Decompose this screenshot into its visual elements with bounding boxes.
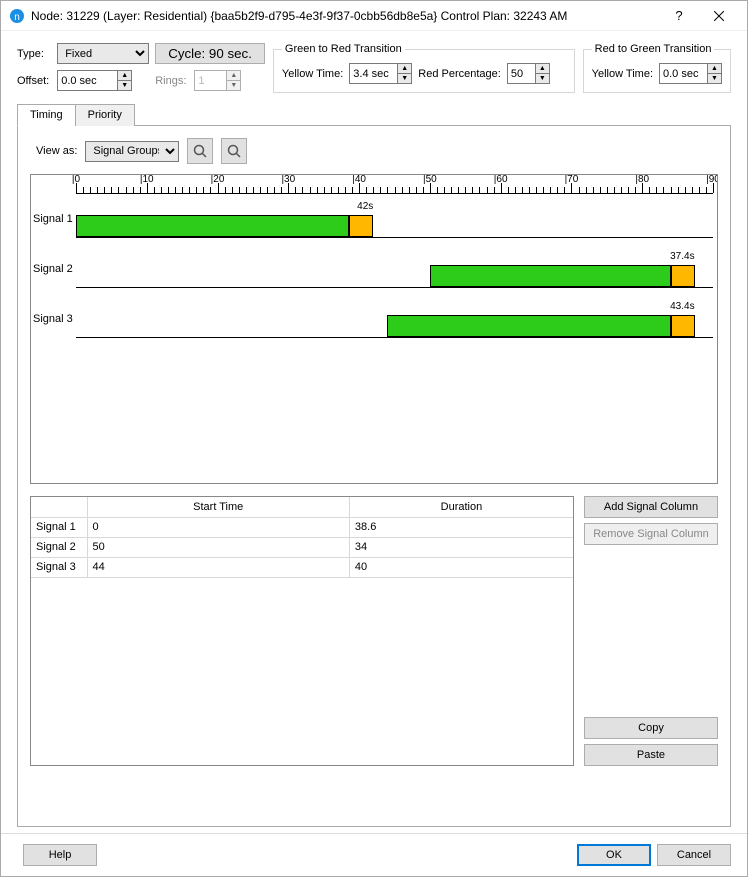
cell-duration[interactable]: 34 [349,537,573,557]
viewas-select[interactable]: Signal Groups [85,141,179,162]
g2r-redpct-input[interactable] [507,63,535,84]
copy-button[interactable]: Copy [584,717,718,739]
type-label: Type: [17,48,51,60]
spin-down-icon[interactable]: ▼ [536,74,549,83]
timeline-row[interactable]: Signal 2 37.4s [31,247,717,297]
signal-table[interactable]: Start Time Duration Signal 1038.6Signal … [30,496,574,766]
yellow-bar[interactable] [671,265,695,287]
svg-text:n: n [14,12,20,23]
ok-button[interactable]: OK [577,844,651,866]
col-duration: Duration [349,497,573,517]
spin-down-icon[interactable]: ▼ [118,81,131,90]
yellow-bar[interactable] [349,215,373,237]
g2r-redpct-label: Red Percentage: [418,68,501,80]
timeline-chart[interactable]: |0|10|20|30|40|50|60|70|80|90 Signal 142… [30,174,718,484]
green-to-red-group: Green to Red Transition Yellow Time: ▲▼ … [273,43,575,93]
offset-input[interactable] [57,70,117,91]
spin-up-icon[interactable]: ▲ [118,71,131,81]
cell-start[interactable]: 0 [87,517,349,537]
bar-end-label: 37.4s [670,251,694,262]
bar-end-label: 43.4s [670,301,694,312]
table-row[interactable]: Signal 25034 [31,537,573,557]
g2r-legend: Green to Red Transition [282,43,405,55]
add-signal-button[interactable]: Add Signal Column [584,496,718,518]
timeline-row-label: Signal 2 [33,263,73,275]
rings-label: Rings: [155,75,188,87]
zoom-in-icon[interactable] [187,138,213,164]
app-icon: n [9,8,25,24]
timeline-row[interactable]: Signal 1 42s [31,197,717,247]
green-bar[interactable] [76,215,349,237]
row-name: Signal 1 [31,517,87,537]
offset-spinner[interactable]: ▲▼ [57,70,149,91]
yellow-bar[interactable] [671,315,695,337]
r2g-legend: Red to Green Transition [592,43,715,55]
titlebar: n Node: 31229 (Layer: Residential) {baa5… [1,1,747,31]
g2r-yellow-spinner[interactable]: ▲▼ [349,63,412,84]
viewas-label: View as: [36,145,77,157]
spin-down-icon[interactable]: ▼ [708,74,721,83]
cell-duration[interactable]: 40 [349,557,573,577]
g2r-redpct-spinner[interactable]: ▲▼ [507,63,550,84]
spin-up-icon[interactable]: ▲ [708,64,721,74]
cell-start[interactable]: 50 [87,537,349,557]
tab-priority[interactable]: Priority [75,104,135,126]
dialog-window: n Node: 31229 (Layer: Residential) {baa5… [0,0,748,877]
r2g-yellow-spinner[interactable]: ▲▼ [659,63,722,84]
spin-up-icon: ▲ [227,71,240,81]
spin-down-icon: ▼ [227,81,240,90]
help-button[interactable]: Help [23,844,97,866]
spin-up-icon[interactable]: ▲ [536,64,549,74]
timeline-row-label: Signal 3 [33,313,73,325]
window-title: Node: 31229 (Layer: Residential) {baa5b2… [31,9,659,23]
row-name: Signal 3 [31,557,87,577]
green-bar[interactable] [387,315,670,337]
rings-spinner: ▲▼ [194,70,241,91]
offset-label: Offset: [17,75,51,87]
table-row[interactable]: Signal 1038.6 [31,517,573,537]
r2g-yellow-input[interactable] [659,63,707,84]
red-to-green-group: Red to Green Transition Yellow Time: ▲▼ [583,43,731,93]
bar-end-label: 42s [357,201,373,212]
zoom-out-icon[interactable] [221,138,247,164]
row-name: Signal 2 [31,537,87,557]
cycle-button[interactable]: Cycle: 90 sec. [155,43,265,64]
table-row[interactable]: Signal 34440 [31,557,573,577]
tab-timing[interactable]: Timing [17,104,76,126]
cell-start[interactable]: 44 [87,557,349,577]
spin-up-icon[interactable]: ▲ [398,64,411,74]
timeline-row[interactable]: Signal 3 43.4s [31,297,717,347]
spin-down-icon[interactable]: ▼ [398,74,411,83]
g2r-yellow-label: Yellow Time: [282,68,343,80]
type-select[interactable]: Fixed [57,43,149,64]
r2g-yellow-label: Yellow Time: [592,68,653,80]
remove-signal-button: Remove Signal Column [584,523,718,545]
timeline-row-label: Signal 1 [33,213,73,225]
help-icon[interactable]: ? [659,2,699,30]
paste-button[interactable]: Paste [584,744,718,766]
g2r-yellow-input[interactable] [349,63,397,84]
col-start: Start Time [87,497,349,517]
green-bar[interactable] [430,265,671,287]
close-icon[interactable] [699,2,739,30]
cell-duration[interactable]: 38.6 [349,517,573,537]
cancel-button[interactable]: Cancel [657,844,731,866]
rings-input [194,70,226,91]
